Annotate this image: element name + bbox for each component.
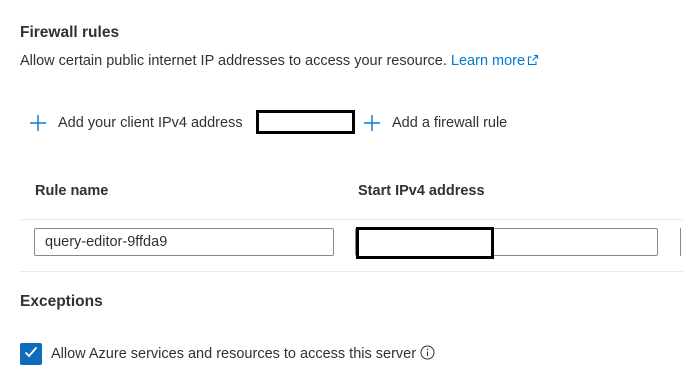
redacted-client-ip	[256, 110, 355, 134]
allow-azure-services-checkbox[interactable]	[20, 343, 42, 365]
column-header-rule-name: Rule name	[35, 183, 109, 199]
firewall-rules-heading: Firewall rules	[20, 24, 120, 41]
add-client-ip-button[interactable]: Add your client IPv4 address	[28, 112, 243, 134]
column-header-start-ip: Start IPv4 address	[358, 183, 485, 199]
checkmark-icon	[24, 346, 38, 362]
redacted-start-ip	[356, 227, 494, 259]
allow-azure-services-option: Allow Azure services and resources to ac…	[20, 343, 435, 365]
firewall-description: Allow certain public internet IP address…	[20, 53, 539, 70]
table-divider	[20, 219, 683, 220]
rule-name-input[interactable]	[34, 228, 334, 256]
allow-azure-services-label: Allow Azure services and resources to ac…	[51, 346, 417, 362]
plus-icon	[28, 113, 48, 133]
add-client-ip-label: Add your client IPv4 address	[58, 115, 243, 131]
exceptions-heading: Exceptions	[20, 293, 103, 310]
external-link-icon	[527, 54, 539, 70]
firewall-description-text: Allow certain public internet IP address…	[20, 53, 451, 69]
add-firewall-rule-button[interactable]: Add a firewall rule	[362, 112, 507, 134]
info-icon[interactable]	[420, 345, 435, 364]
plus-icon	[362, 113, 382, 133]
table-divider	[20, 271, 683, 272]
add-firewall-rule-label: Add a firewall rule	[392, 115, 508, 131]
networking-panel: Firewall rules Allow certain public inte…	[0, 0, 683, 386]
learn-more-link[interactable]: Learn more	[451, 53, 539, 69]
learn-more-label: Learn more	[450, 53, 526, 69]
